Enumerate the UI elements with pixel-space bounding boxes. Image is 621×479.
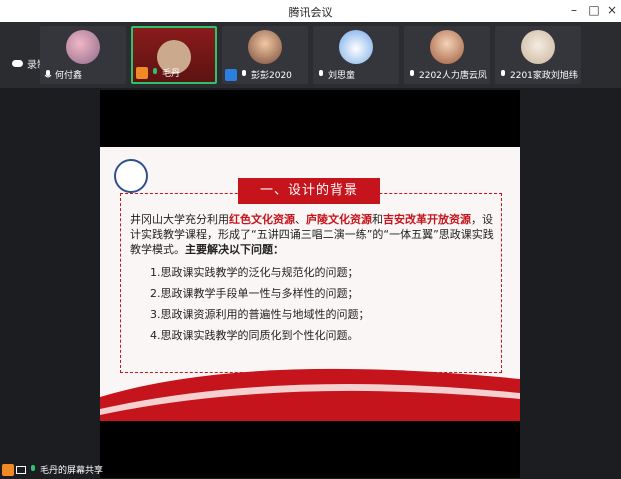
problem-list: 1.思政课实践教学的泛化与规范化的问题； 2.思政课教学手段单一性与多样性的问题… (150, 262, 370, 346)
avatar (339, 30, 373, 64)
mic-icon (410, 69, 414, 76)
participant-tile[interactable]: 2201家政刘旭纬 (495, 26, 581, 84)
participant-strip: 录制中 何付鑫 毛丹 彭彭2020 刘思童 2202人力唐云凤 2201家政刘旭… (0, 22, 621, 88)
slide-heading: 一、设计的背景 (238, 178, 380, 204)
participant-tile[interactable]: 彭彭2020 (222, 26, 308, 84)
participant-tile[interactable]: 何付鑫 (40, 26, 126, 84)
participant-name: 2201家政刘旭纬 (510, 71, 578, 81)
avatar (248, 30, 282, 64)
avatar (430, 30, 464, 64)
window-title: 腾讯会议 (288, 6, 333, 19)
screen-share-label: 毛丹的屏幕共享 (40, 466, 104, 476)
screen-icon (16, 465, 26, 474)
participant-name: 何付鑫 (55, 71, 83, 81)
person-icon (136, 66, 148, 79)
university-logo (114, 159, 148, 193)
list-item: 3.思政课资源利用的普遍性与地域性的问题； (150, 308, 370, 321)
mic-icon (44, 69, 52, 77)
mic-icon (319, 69, 323, 76)
minimize-button[interactable]: – (566, 2, 582, 18)
slide-paragraph: 井冈山大学充分利用红色文化资源、庐陵文化资源和吉安改革开放资源，设计实践教学课程… (130, 213, 494, 256)
mic-icon (242, 69, 246, 76)
participant-name: 毛丹 (162, 69, 181, 79)
participant-name: 2202人力唐云凤 (419, 71, 487, 81)
list-item: 2.思政课教学手段单一性与多样性的问题； (150, 287, 359, 300)
participant-tile[interactable]: 刘思童 (313, 26, 399, 84)
person-icon (2, 463, 14, 476)
title-bar: 腾讯会议 – □ × (0, 0, 621, 22)
mic-icon (31, 464, 35, 471)
person-icon (225, 68, 237, 81)
avatar (66, 30, 100, 64)
participant-tile[interactable]: 2202人力唐云凤 (404, 26, 490, 84)
close-button[interactable]: × (604, 2, 620, 18)
mic-icon (153, 67, 157, 74)
list-item: 1.思政课实践教学的泛化与规范化的问题； (150, 266, 359, 279)
list-item: 4.思政课实践教学的同质化到个性化问题。 (150, 329, 359, 342)
participant-tile-active[interactable]: 毛丹 (131, 26, 217, 84)
screen-share-indicator[interactable]: 毛丹的屏幕共享 (2, 463, 103, 476)
mic-icon (501, 69, 505, 76)
participant-name: 彭彭2020 (251, 71, 292, 81)
maximize-button[interactable]: □ (586, 2, 602, 18)
cloud-icon (12, 60, 23, 67)
avatar (521, 30, 555, 64)
participant-name: 刘思童 (328, 71, 356, 81)
